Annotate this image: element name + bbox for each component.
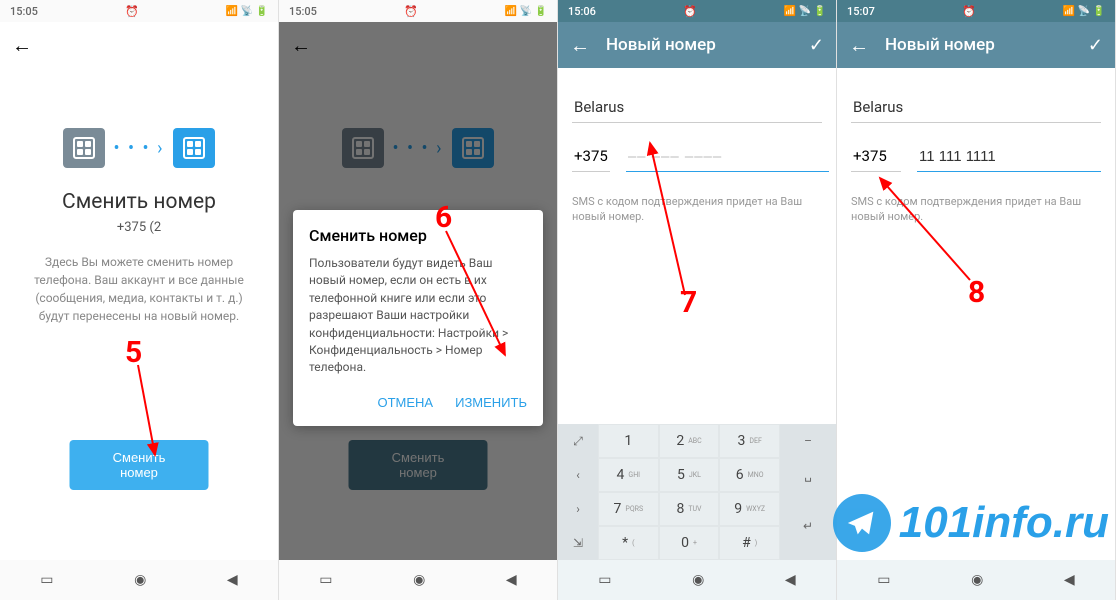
alarm-icon: ⏰: [962, 5, 976, 18]
status-icons: 📶 📡 🔋: [1063, 6, 1105, 17]
key-star[interactable]: *(: [598, 526, 659, 560]
status-icons: 📶 📡 🔋: [505, 6, 547, 17]
sim-illustration: • • • ›: [293, 128, 543, 168]
sim-new-icon: [173, 128, 215, 168]
confirm-button[interactable]: ИЗМЕНИТЬ: [455, 395, 527, 410]
sim-illustration: • • • ›: [14, 128, 264, 168]
dialog-body: Пользователи будут видеть Ваш новый номе…: [309, 255, 527, 377]
keypad-collapse-icon[interactable]: ⤢: [558, 424, 598, 458]
status-time: 15:05: [289, 5, 317, 18]
key-2[interactable]: 2ABC: [659, 424, 720, 458]
dots-arrow-icon: • • • ›: [113, 138, 164, 159]
key-hash[interactable]: #): [719, 526, 780, 560]
phone-input[interactable]: [917, 142, 1101, 172]
key-3[interactable]: 3DEF: [719, 424, 780, 458]
keypad-sym-icon[interactable]: ⇲: [558, 526, 598, 560]
country-field[interactable]: Belarus: [851, 92, 1101, 123]
nav-home-icon[interactable]: ◉: [134, 572, 146, 588]
alarm-icon: ⏰: [683, 5, 697, 18]
confirm-dialog: Сменить номер Пользователи будут видеть …: [293, 210, 543, 426]
key-space[interactable]: ␣: [780, 458, 836, 492]
alarm-icon: ⏰: [125, 5, 139, 18]
page-title: Сменить номер: [14, 190, 264, 214]
content: • • • › Сменить номер +375 (2 Здесь Вы м…: [0, 68, 278, 600]
toolbar: ← Новый номер ✓: [837, 22, 1115, 68]
toolbar: ←: [279, 22, 557, 68]
status-time: 15:06: [568, 5, 596, 18]
nav-back-icon[interactable]: ◀: [506, 572, 517, 588]
sms-hint: SMS с кодом подтверждения придет на Ваш …: [851, 194, 1101, 225]
android-navbar: ▭ ◉ ◀: [558, 560, 836, 600]
code-field[interactable]: +375: [572, 141, 610, 172]
content: Belarus +375 SMS с кодом подтверждения п…: [837, 68, 1115, 600]
key-5[interactable]: 5JKL: [659, 458, 720, 492]
change-number-button[interactable]: Сменить номер: [349, 440, 488, 490]
status-icons: 📶 📡 🔋: [226, 6, 268, 17]
key-6[interactable]: 6MNO: [719, 458, 780, 492]
keypad-left-icon[interactable]: ‹: [558, 458, 598, 492]
back-icon[interactable]: ←: [570, 33, 590, 58]
sim-new-icon: [452, 128, 494, 168]
key-9[interactable]: 9WXYZ: [719, 492, 780, 526]
sms-hint: SMS с кодом подтверждения придет на Ваш …: [572, 194, 822, 225]
nav-recent-icon[interactable]: ▭: [319, 572, 332, 588]
keypad-right-icon[interactable]: ›: [558, 492, 598, 526]
nav-back-icon[interactable]: ◀: [1064, 572, 1075, 588]
nav-home-icon[interactable]: ◉: [692, 572, 704, 588]
code-field[interactable]: +375: [851, 141, 901, 172]
nav-recent-icon[interactable]: ▭: [40, 572, 53, 588]
nav-home-icon[interactable]: ◉: [413, 572, 425, 588]
status-bar: 15:05 ⏰ 📶 📡 🔋: [0, 0, 278, 22]
toolbar: ← Новый номер ✓: [558, 22, 836, 68]
nav-back-icon[interactable]: ◀: [785, 572, 796, 588]
toolbar-title: Новый номер: [606, 35, 793, 55]
back-icon[interactable]: ←: [291, 33, 311, 58]
screen-2: 15:05 ⏰ 📶 📡 🔋 ← • • • › Сменить номер См…: [279, 0, 558, 600]
android-navbar: ▭ ◉ ◀: [0, 560, 278, 600]
status-icons: 📶 📡 🔋: [784, 6, 826, 17]
android-navbar: ▭ ◉ ◀: [837, 560, 1115, 600]
sim-old-icon: [63, 128, 105, 168]
status-bar: 15:07 ⏰ 📶 📡 🔋: [837, 0, 1115, 22]
dots-arrow-icon: • • • ›: [392, 138, 443, 159]
back-icon[interactable]: ←: [849, 33, 869, 58]
nav-recent-icon[interactable]: ▭: [877, 572, 890, 588]
status-time: 15:05: [10, 5, 38, 18]
status-bar: 15:06 ⏰ 📶 📡 🔋: [558, 0, 836, 22]
nav-back-icon[interactable]: ◀: [227, 572, 238, 588]
alarm-icon: ⏰: [404, 5, 418, 18]
change-number-button[interactable]: Сменить номер: [70, 440, 209, 490]
screen-1: 15:05 ⏰ 📶 📡 🔋 ← • • • › Сменить номер +3…: [0, 0, 279, 600]
status-time: 15:07: [847, 5, 875, 18]
key-0[interactable]: 0+: [659, 526, 720, 560]
status-bar: 15:05 ⏰ 📶 📡 🔋: [279, 0, 557, 22]
key-8[interactable]: 8TUV: [659, 492, 720, 526]
key-dash[interactable]: –: [780, 424, 836, 458]
screen-4: 15:07 ⏰ 📶 📡 🔋 ← Новый номер ✓ Belarus +3…: [837, 0, 1116, 600]
key-7[interactable]: 7PQRS: [598, 492, 659, 526]
numeric-keypad: ⤢ 1 2ABC 3DEF – ‹ 4GHI 5JKL 6MNO ␣ › 7PQ…: [558, 424, 836, 560]
check-icon[interactable]: ✓: [1088, 35, 1103, 56]
key-enter[interactable]: ↵: [780, 492, 836, 560]
cancel-button[interactable]: ОТМЕНА: [377, 395, 433, 410]
nav-home-icon[interactable]: ◉: [971, 572, 983, 588]
dialog-title: Сменить номер: [309, 226, 527, 245]
country-field[interactable]: Belarus: [572, 92, 822, 123]
description-text: Здесь Вы можете сменить номер телефона. …: [14, 253, 264, 325]
phone-input[interactable]: [626, 142, 829, 172]
toolbar: ←: [0, 22, 278, 68]
current-phone: +375 (2: [14, 220, 264, 235]
screen-3: 15:06 ⏰ 📶 📡 🔋 ← Новый номер ✓ Belarus +3…: [558, 0, 837, 600]
sim-old-icon: [342, 128, 384, 168]
check-icon[interactable]: ✓: [809, 35, 824, 56]
nav-recent-icon[interactable]: ▭: [598, 572, 611, 588]
back-icon[interactable]: ←: [12, 33, 32, 58]
key-1[interactable]: 1: [598, 424, 659, 458]
key-4[interactable]: 4GHI: [598, 458, 659, 492]
toolbar-title: Новый номер: [885, 35, 1072, 55]
android-navbar: ▭ ◉ ◀: [279, 560, 557, 600]
